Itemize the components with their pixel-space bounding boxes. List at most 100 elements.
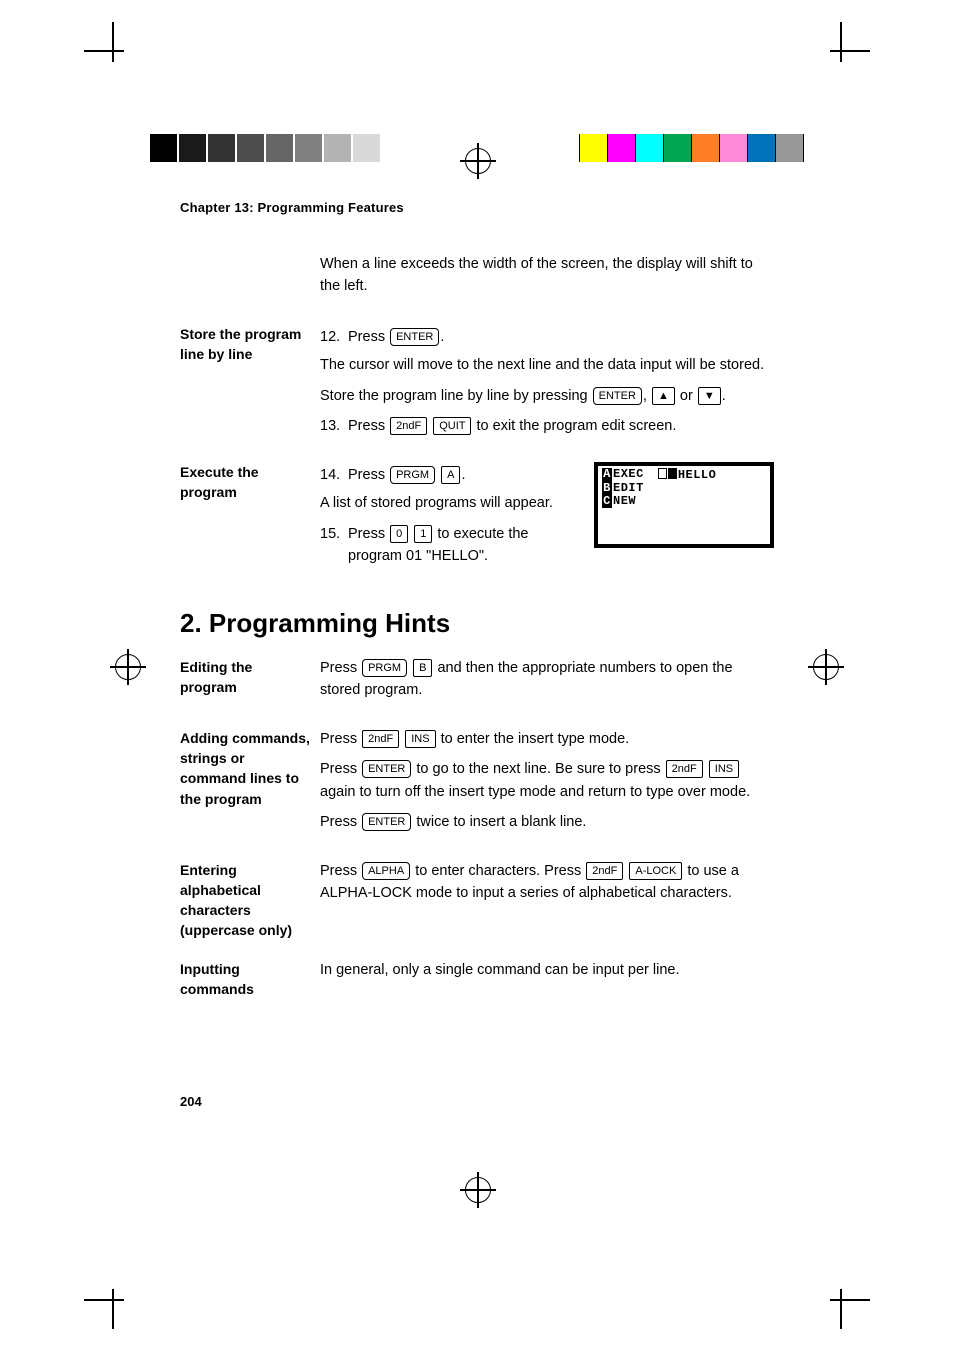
add-p1a: Press — [320, 731, 361, 747]
key-up-arrow: ▲ — [652, 387, 675, 405]
registration-mark-left — [115, 654, 141, 680]
step-14-text: Press PRGM A. — [348, 464, 580, 486]
key-ins-1: INS — [405, 730, 435, 748]
calc-slot: HELLO — [658, 468, 717, 482]
box-icon-1 — [658, 468, 667, 479]
crop-mark-tl — [84, 22, 144, 82]
alpha-b: to enter characters. Press — [411, 863, 585, 879]
key-2ndf-2: 2ndF — [362, 730, 399, 748]
crop-mark-tr — [810, 22, 870, 82]
step-13-text: Press 2ndF QUIT to exit the program edit… — [348, 415, 774, 437]
key-alpha: ALPHA — [362, 862, 410, 880]
key-alock: A-LOCK — [629, 862, 682, 880]
color-swatch — [664, 134, 692, 162]
add-p3a: Press — [320, 814, 361, 830]
gray-swatch — [382, 134, 411, 162]
alpha-text: Press ALPHA to enter characters. Press 2… — [320, 860, 774, 905]
color-swatch — [748, 134, 776, 162]
side-input: Inputting commands — [180, 959, 320, 1000]
key-enter-4: ENTER — [362, 813, 411, 831]
color-swatch — [776, 134, 804, 162]
key-prgm-1: PRGM — [390, 466, 435, 484]
key-prgm-2: PRGM — [362, 659, 407, 677]
gray-swatch — [295, 134, 324, 162]
color-swatch — [720, 134, 748, 162]
color-swatch — [579, 134, 608, 162]
page-number: 204 — [180, 1094, 202, 1109]
key-enter: ENTER — [390, 328, 439, 346]
step-12-num: 12. — [320, 326, 348, 348]
gray-swatch — [324, 134, 353, 162]
add-p2: Press ENTER to go to the next line. Be s… — [320, 758, 774, 803]
calc-a-label: A — [602, 468, 612, 482]
gray-swatch — [179, 134, 208, 162]
step-12-b: . — [440, 329, 444, 345]
side-add: Adding commands, strings or command line… — [180, 728, 320, 809]
registration-mark-bottom — [465, 1177, 491, 1203]
step-14-a: Press — [348, 467, 389, 483]
calculator-screen: AEXEC HELLO BEDIT CNEW — [594, 462, 774, 548]
gray-swatch — [237, 134, 266, 162]
key-ins-2: INS — [709, 760, 739, 778]
gray-swatch — [208, 134, 237, 162]
calc-b-text: EDIT — [613, 482, 644, 495]
add-p1b: to enter the insert type mode. — [437, 731, 630, 747]
add-p2b: to go to the next line. Be sure to press — [412, 761, 664, 777]
key-down-arrow: ▼ — [698, 387, 721, 405]
side-exec: Execute the program — [180, 462, 320, 503]
calc-c-text: NEW — [613, 495, 636, 508]
calc-a-text: EXEC — [613, 468, 644, 482]
step-15-a: Press — [348, 526, 389, 542]
step-12-a: Press — [348, 329, 389, 345]
box-icon-2 — [668, 468, 677, 479]
calc-slot-name: HELLO — [678, 468, 717, 482]
chapter-title: Chapter 13: Programming Features — [180, 200, 774, 215]
step-14-b: . — [461, 467, 465, 483]
calc-b-label: B — [602, 482, 612, 495]
alpha-a: Press — [320, 863, 361, 879]
step-13-b: to exit the program edit screen. — [472, 418, 676, 434]
key-2ndf-1: 2ndF — [390, 417, 427, 435]
grayscale-swatch-bar — [150, 134, 411, 162]
gray-swatch — [266, 134, 295, 162]
key-b: B — [413, 659, 432, 677]
key-a: A — [441, 466, 460, 484]
gray-swatch — [353, 134, 382, 162]
store-p1: The cursor will move to the next line an… — [320, 354, 774, 376]
store-p2: Store the program line by line by pressi… — [320, 385, 774, 407]
sheet: Chapter 13: Programming Features When a … — [0, 0, 954, 1351]
store-p2c: or — [676, 388, 697, 404]
registration-mark-top — [465, 148, 491, 174]
add-p3b: twice to insert a blank line. — [412, 814, 586, 830]
key-2ndf-3: 2ndF — [666, 760, 703, 778]
key-quit: QUIT — [433, 417, 471, 435]
color-swatch — [608, 134, 636, 162]
step-13-num: 13. — [320, 415, 348, 437]
add-p3: Press ENTER twice to insert a blank line… — [320, 811, 774, 833]
key-0: 0 — [390, 525, 408, 543]
key-1: 1 — [414, 525, 432, 543]
step-12-text: Press ENTER. — [348, 326, 774, 348]
add-p2a: Press — [320, 761, 361, 777]
color-swatch-bar — [579, 134, 804, 162]
key-enter-3: ENTER — [362, 760, 411, 778]
intro-paragraph: When a line exceeds the width of the scr… — [320, 253, 774, 298]
color-swatch — [636, 134, 664, 162]
section-heading: 2. Programming Hints — [180, 608, 774, 639]
input-text: In general, only a single command can be… — [320, 959, 774, 981]
color-swatch — [692, 134, 720, 162]
crop-mark-bl — [84, 1269, 144, 1329]
step-15-text: Press 0 1 to execute the program 01 "HEL… — [348, 523, 580, 568]
crop-mark-br — [810, 1269, 870, 1329]
step-13-a: Press — [348, 418, 389, 434]
side-edit: Editing the program — [180, 657, 320, 698]
page-content: Chapter 13: Programming Features When a … — [180, 200, 774, 999]
step-14-num: 14. — [320, 464, 348, 486]
key-2ndf-4: 2ndF — [586, 862, 623, 880]
side-store: Store the program line by line — [180, 324, 320, 365]
registration-mark-right — [813, 654, 839, 680]
calc-c-label: C — [602, 495, 612, 508]
add-p2c: again to turn off the insert type mode a… — [320, 784, 750, 800]
store-p2d: . — [722, 388, 726, 404]
gray-swatch — [150, 134, 179, 162]
